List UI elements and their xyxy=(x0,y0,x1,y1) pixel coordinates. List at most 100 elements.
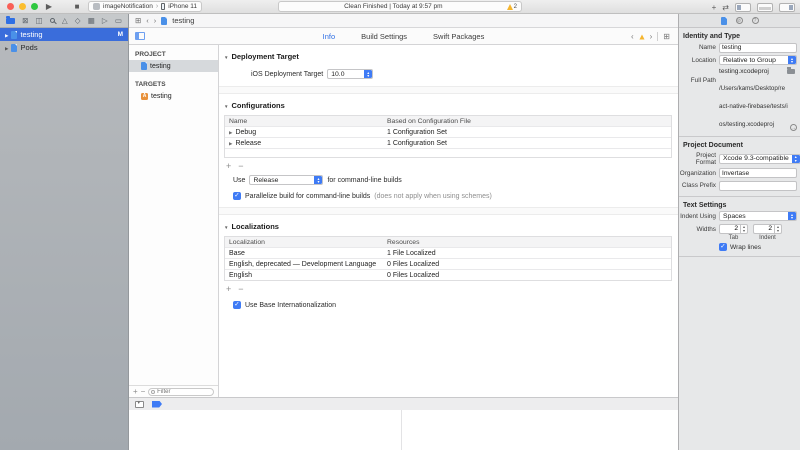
find-navigator-icon[interactable] xyxy=(50,18,55,23)
outline-target-item[interactable]: A testing xyxy=(129,90,218,102)
organization-field[interactable] xyxy=(719,168,797,178)
column-header-resources[interactable]: Resources xyxy=(383,237,671,247)
scheme-name: imageNotification xyxy=(103,3,153,10)
indent-using-select[interactable]: Spaces xyxy=(719,211,797,221)
symbol-navigator-icon[interactable]: ◫ xyxy=(36,14,43,28)
table-row[interactable]: Release 1 Configuration Set xyxy=(225,137,671,148)
minimize-window-button[interactable] xyxy=(19,3,26,10)
disclosure-icon[interactable] xyxy=(224,52,228,61)
tab-swift-packages[interactable]: Swift Packages xyxy=(433,32,484,41)
test-navigator-icon[interactable]: ◇ xyxy=(75,14,81,28)
library-button[interactable]: + xyxy=(712,3,717,12)
text-settings-section: Text Settings Indent Using Spaces Widths… xyxy=(679,197,800,258)
run-button[interactable]: ▶ xyxy=(42,0,56,14)
debug-navigator-icon[interactable]: ▦ xyxy=(88,14,95,28)
editor-arrows-icon[interactable]: ⇄ xyxy=(722,3,729,12)
breakpoint-navigator-icon[interactable]: ▷ xyxy=(102,14,108,28)
toggle-navigator-button[interactable] xyxy=(735,3,751,12)
reveal-folder-icon[interactable] xyxy=(787,69,795,74)
table-row[interactable]: English, deprecated — Development Langua… xyxy=(225,258,671,269)
add-localization-button[interactable]: + xyxy=(226,285,231,293)
table-row[interactable]: Debug 1 Configuration Set xyxy=(225,126,671,137)
file-inspector-icon[interactable] xyxy=(721,17,727,25)
selected-value: Xcode 9.3-compatible xyxy=(723,155,789,162)
section-title: Configurations xyxy=(231,101,284,110)
zoom-window-button[interactable] xyxy=(31,3,38,10)
grid-view-icon[interactable]: ⊞ xyxy=(663,32,670,41)
toggle-outline-column-icon[interactable] xyxy=(135,32,145,40)
section-title: Project Document xyxy=(683,142,797,149)
disclosure-icon[interactable] xyxy=(224,222,228,231)
activity-status: Clean Finished | Today at 9:57 pm 2 xyxy=(278,1,522,12)
warning-count-badge[interactable]: 2 xyxy=(507,4,517,10)
indent-width-stepper[interactable]: ▴▾ xyxy=(775,224,782,234)
indent-width-input[interactable] xyxy=(753,224,775,234)
console-divider[interactable] xyxy=(401,410,402,450)
configurations-section-header[interactable]: Configurations xyxy=(224,101,678,110)
table-row[interactable]: English 0 Files Localized xyxy=(225,269,671,280)
indent-using-label: Indent Using xyxy=(679,213,719,220)
tab-build-settings[interactable]: Build Settings xyxy=(361,32,407,41)
outline-project-label: testing xyxy=(150,63,171,70)
remove-localization-button[interactable]: − xyxy=(238,285,243,293)
project-format-select[interactable]: Xcode 9.3-compatible xyxy=(719,154,800,164)
section-separator xyxy=(219,86,678,94)
add-configuration-button[interactable]: + xyxy=(226,162,231,170)
history-inspector-icon[interactable]: ⊘ xyxy=(736,17,743,24)
tab-caption: Tab xyxy=(719,235,748,241)
command-line-config-select[interactable]: Release xyxy=(249,175,323,185)
column-header-based[interactable]: Based on Configuration File xyxy=(383,116,671,126)
column-header-localization[interactable]: Localization xyxy=(225,237,383,247)
close-window-button[interactable] xyxy=(7,3,14,10)
localizations-section-header[interactable]: Localizations xyxy=(224,222,678,231)
forward-button[interactable]: › xyxy=(154,16,157,25)
issues-back-button[interactable]: ‹ xyxy=(631,32,634,41)
column-header-name[interactable]: Name xyxy=(225,116,383,126)
project-navigator-icon[interactable] xyxy=(6,18,15,24)
jumpbar-file-name[interactable]: testing xyxy=(172,16,194,25)
open-in-finder-icon[interactable]: → xyxy=(790,124,797,131)
base-internationalization-checkbox[interactable] xyxy=(233,301,241,309)
outline-project-item[interactable]: testing xyxy=(129,60,218,72)
toggle-debug-area-button[interactable] xyxy=(757,3,773,12)
tab-width-input[interactable] xyxy=(719,224,741,234)
disclosure-icon[interactable] xyxy=(5,30,8,39)
tab-info[interactable]: Info xyxy=(323,32,336,41)
localization-name: English xyxy=(225,270,383,280)
disclosure-icon[interactable] xyxy=(229,129,232,136)
report-navigator-icon[interactable]: ▭ xyxy=(115,14,122,28)
disclosure-icon[interactable] xyxy=(229,140,232,147)
device-icon xyxy=(161,3,165,10)
parallelize-checkbox[interactable] xyxy=(233,192,241,200)
add-target-button[interactable]: + xyxy=(133,387,138,396)
issue-navigator-icon[interactable]: △ xyxy=(62,14,68,28)
config-based: 1 Configuration Set xyxy=(383,127,671,137)
remove-configuration-button[interactable]: − xyxy=(238,162,243,170)
breakpoints-toggle-icon[interactable] xyxy=(152,401,162,408)
table-row[interactable]: Base 1 File Localized xyxy=(225,247,671,258)
name-field[interactable] xyxy=(719,43,797,53)
source-control-navigator-icon[interactable]: ⊠ xyxy=(22,14,28,28)
remove-target-button[interactable]: − xyxy=(141,387,146,396)
project-format-label: Project Format xyxy=(679,152,719,166)
wrap-lines-checkbox[interactable] xyxy=(719,243,727,251)
hide-console-icon[interactable] xyxy=(135,401,144,408)
location-select[interactable]: Relative to Group xyxy=(719,55,797,65)
deployment-target-section-header[interactable]: Deployment Target xyxy=(224,52,678,61)
toggle-inspector-button[interactable] xyxy=(779,3,795,12)
scheme-selector[interactable]: imageNotification › iPhone 11 xyxy=(88,1,202,12)
quick-help-icon[interactable]: ? xyxy=(752,17,759,24)
ios-deployment-target-select[interactable]: 10.0 xyxy=(327,69,373,79)
filter-input[interactable] xyxy=(157,389,211,395)
back-button[interactable]: ‹ xyxy=(146,16,149,25)
related-items-icon[interactable]: ⊞ xyxy=(135,16,141,25)
class-prefix-field[interactable] xyxy=(719,181,797,191)
navigator-item-testing[interactable]: testing M xyxy=(0,28,128,41)
stop-button[interactable]: ■ xyxy=(70,0,84,14)
selected-value: Relative to Group xyxy=(723,57,785,64)
navigator-item-pods[interactable]: Pods xyxy=(0,41,128,54)
disclosure-icon[interactable] xyxy=(224,101,228,110)
issues-forward-button[interactable]: › xyxy=(650,32,653,41)
disclosure-icon[interactable] xyxy=(5,43,8,52)
tab-width-stepper[interactable]: ▴▾ xyxy=(741,224,748,234)
